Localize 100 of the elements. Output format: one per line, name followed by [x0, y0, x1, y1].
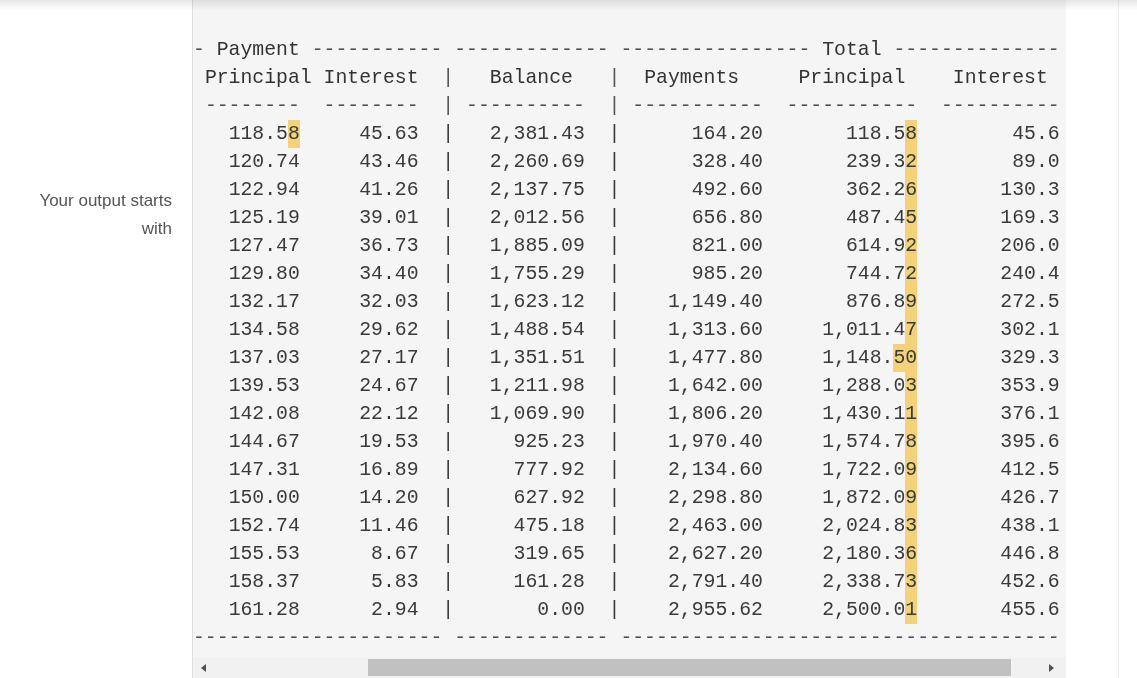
table-cell: 1,885.09: [489, 235, 585, 257]
table-cell: 122.94: [228, 179, 300, 201]
column-separator: |: [608, 487, 621, 509]
column-separator: |: [442, 179, 455, 201]
dash-rule: -------------: [454, 627, 609, 649]
table-cell: 1,351.51: [489, 347, 585, 369]
table-cell: 137.03: [228, 347, 300, 369]
table-cell: 395.6: [1000, 431, 1060, 453]
column-separator: |: [442, 263, 455, 285]
column-separator: |: [442, 123, 455, 145]
table-cell: 2,791.40: [667, 571, 763, 593]
table-cell: 120.74: [228, 151, 300, 173]
table-cell: 627.92: [513, 487, 585, 509]
table-cell: 169.3: [1000, 207, 1060, 229]
column-separator: |: [442, 431, 455, 453]
column-separator: |: [608, 291, 621, 313]
table-cell: 118.58: [846, 123, 918, 145]
column-separator: |: [442, 347, 455, 369]
column-separator: |: [608, 263, 621, 285]
scrollbar-thumb[interactable]: [368, 659, 1011, 676]
column-heading: Payment: [216, 39, 300, 61]
table-cell: 353.9: [1000, 375, 1060, 397]
column-separator: |: [442, 151, 455, 173]
table-cell: 142.08: [228, 403, 300, 425]
table-cell: 32.03: [359, 291, 419, 313]
table-cell: 302.1: [1000, 319, 1060, 341]
table-cell: 2,500.01: [822, 599, 918, 621]
column-separator: |: [608, 571, 621, 593]
table-cell: 475.18: [513, 515, 585, 537]
column-separator: |: [442, 95, 455, 117]
dash-rule: ----------------: [620, 39, 811, 61]
column-separator: |: [442, 487, 455, 509]
table-cell: 492.60: [691, 179, 763, 201]
table-cell: 5.83: [371, 571, 419, 593]
dash-rule: ----------: [466, 95, 585, 117]
table-cell: 272.5: [1000, 291, 1060, 313]
column-heading: Interest: [952, 67, 1048, 89]
table-cell: 744.72: [846, 263, 918, 285]
dash-rule: -----------: [632, 95, 763, 117]
column-separator: |: [442, 515, 455, 537]
table-cell: 1,488.54: [489, 319, 585, 341]
column-separator: |: [442, 459, 455, 481]
column-separator: |: [608, 599, 621, 621]
table-cell: 2,338.73: [822, 571, 918, 593]
table-cell: 319.65: [513, 543, 585, 565]
table-cell: 134.58: [228, 319, 300, 341]
table-cell: 1,642.00: [667, 375, 763, 397]
table-cell: 1,755.29: [489, 263, 585, 285]
table-cell: 39.01: [359, 207, 419, 229]
table-cell: 152.74: [228, 515, 300, 537]
table-cell: 139.53: [228, 375, 300, 397]
table-cell: 118.58: [228, 123, 300, 145]
table-cell: 22.12: [359, 403, 419, 425]
table-cell: 1,872.09: [822, 487, 918, 509]
horizontal-scrollbar[interactable]: [193, 657, 1066, 678]
table-cell: 2,260.69: [489, 151, 585, 173]
table-cell: 2.94: [371, 599, 419, 621]
table-cell: 1,477.80: [667, 347, 763, 369]
table-cell: 2,627.20: [667, 543, 763, 565]
table-cell: 127.47: [228, 235, 300, 257]
table-cell: 1,313.60: [667, 319, 763, 341]
dash-rule: -: [193, 39, 205, 61]
column-separator: |: [442, 571, 455, 593]
dash-rule: --------: [323, 95, 419, 117]
table-cell: 16.89: [359, 459, 419, 481]
column-separator: |: [442, 235, 455, 257]
table-cell: 155.53: [228, 543, 300, 565]
table-cell: 1,011.47: [822, 319, 918, 341]
dash-rule: ----------: [940, 95, 1060, 117]
table-cell: 446.8: [1000, 543, 1060, 565]
scroll-right-icon[interactable]: [1049, 664, 1054, 672]
table-cell: 2,381.43: [489, 123, 585, 145]
table-cell: 1,623.12: [489, 291, 585, 313]
table-cell: 129.80: [228, 263, 300, 285]
dash-rule: --------------: [893, 39, 1060, 61]
table-cell: 206.0: [1000, 235, 1060, 257]
column-separator: |: [608, 515, 621, 537]
table-cell: 27.17: [359, 347, 419, 369]
table-cell: 362.26: [846, 179, 918, 201]
column-separator: |: [442, 543, 455, 565]
table-cell: 164.20: [691, 123, 763, 145]
column-separator: |: [608, 235, 621, 257]
table-cell: 34.40: [359, 263, 419, 285]
table-cell: 24.67: [359, 375, 419, 397]
column-separator: |: [608, 375, 621, 397]
table-cell: 1,288.03: [822, 375, 918, 397]
table-cell: 2,012.56: [489, 207, 585, 229]
dash-rule: ---------------------: [193, 627, 443, 649]
column-separator: |: [442, 599, 455, 621]
table-cell: 158.37: [228, 571, 300, 593]
table-cell: 2,463.00: [667, 515, 763, 537]
column-separator: |: [608, 319, 621, 341]
column-separator: |: [442, 375, 455, 397]
table-cell: 2,134.60: [667, 459, 763, 481]
scroll-left-icon[interactable]: [201, 664, 206, 672]
table-cell: 487.45: [846, 207, 918, 229]
table-cell: 8.67: [371, 543, 419, 565]
column-separator: |: [608, 151, 621, 173]
column-separator: |: [608, 95, 621, 117]
column-separator: |: [608, 67, 621, 89]
